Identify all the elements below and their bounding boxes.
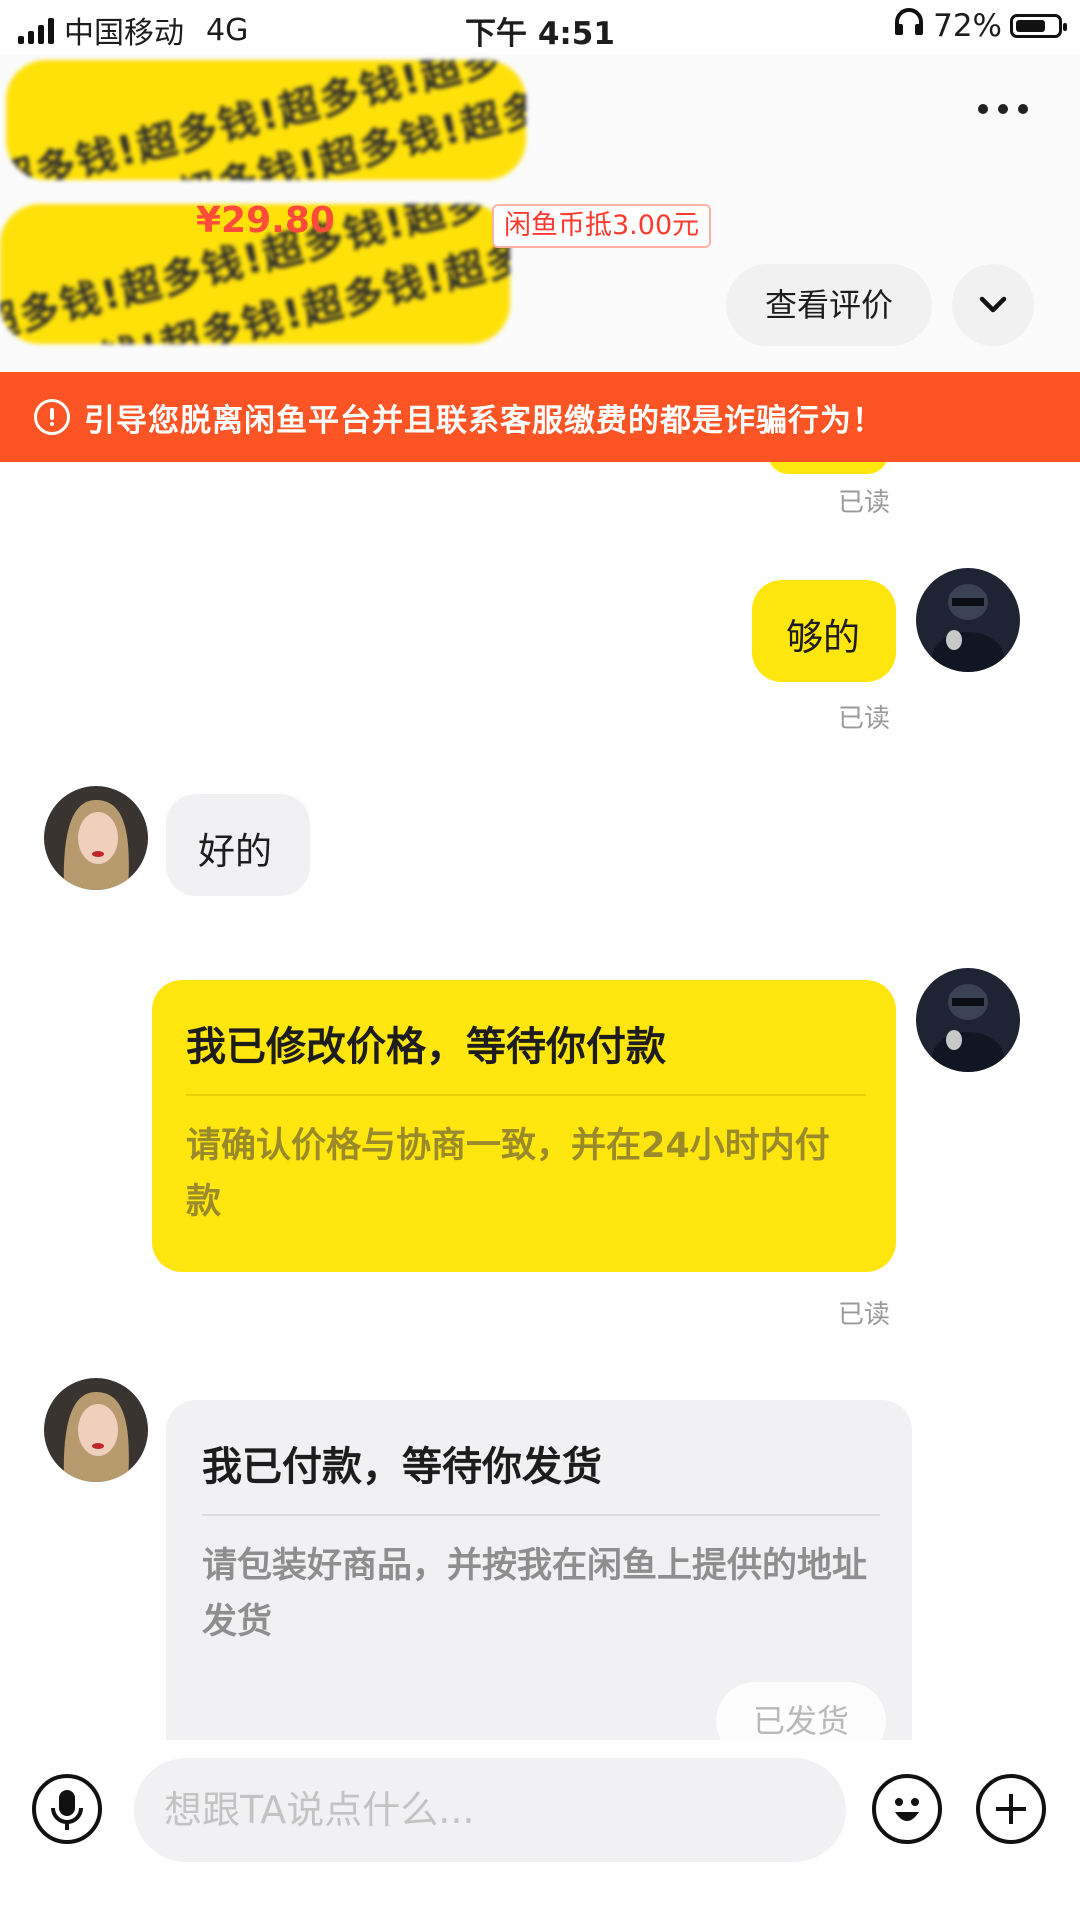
- message-bubble[interactable]: 好的: [166, 794, 310, 896]
- plus-icon[interactable]: [976, 1774, 1046, 1844]
- chat-list[interactable]: 已读 够的 已读 好的 我已修改价格，等待你付款 请确认价格与协商一致，并在24…: [0, 462, 1080, 1740]
- fraud-warning-banner: 引导您脱离闲鱼平台并且联系客服缴费的都是诈骗行为！: [0, 372, 1080, 462]
- product-price: ¥29.80: [196, 200, 335, 241]
- more-icon[interactable]: [978, 104, 1028, 114]
- message-input[interactable]: [134, 1758, 846, 1862]
- microphone-icon[interactable]: [32, 1774, 102, 1844]
- card-title: 我已付款，等待你发货: [202, 1444, 602, 1490]
- status-bar: 中国移动 4G 下午 4:51 72%: [0, 0, 1080, 54]
- price-changed-card[interactable]: 我已修改价格，等待你付款 请确认价格与协商一致，并在24小时内付款: [152, 980, 896, 1272]
- battery-icon: [1010, 14, 1067, 38]
- message-bubble[interactable]: 够的: [752, 580, 896, 682]
- view-reviews-button[interactable]: 查看评价: [726, 264, 932, 346]
- read-receipt: 已读: [838, 1300, 891, 1330]
- expand-button[interactable]: [952, 264, 1034, 346]
- card-divider: [186, 1094, 866, 1096]
- card-title: 我已修改价格，等待你付款: [186, 1024, 666, 1070]
- battery-percent: 72%: [933, 8, 1002, 44]
- warning-text: 引导您脱离闲鱼平台并且联系客服缴费的都是诈骗行为！: [84, 402, 884, 439]
- coin-discount-tag: 闲鱼币抵3.00元: [492, 204, 712, 248]
- my-avatar[interactable]: [916, 568, 1020, 672]
- input-bar: [0, 1740, 1080, 1920]
- headphone-icon: [893, 8, 925, 44]
- message-text: 好的: [198, 830, 272, 873]
- shipped-button[interactable]: 已发货: [716, 1682, 886, 1740]
- card-divider: [202, 1514, 880, 1516]
- read-receipt: 已读: [838, 704, 891, 734]
- read-receipt: 已读: [838, 488, 891, 518]
- card-description: 请确认价格与协商一致，并在24小时内付款: [186, 1126, 830, 1222]
- card-description: 请包装好商品，并按我在闲鱼上提供的地址发货: [202, 1546, 868, 1642]
- emoji-icon[interactable]: [872, 1774, 942, 1844]
- contact-avatar[interactable]: [44, 1378, 148, 1482]
- alert-circle-icon: [34, 399, 70, 435]
- status-right: 72%: [893, 8, 1067, 44]
- my-avatar[interactable]: [916, 968, 1020, 1072]
- payment-card[interactable]: 我已付款，等待你发货 请包装好商品，并按我在闲鱼上提供的地址发货 已发货: [166, 1400, 912, 1740]
- chevron-down-icon: [979, 296, 1007, 313]
- message-bubble-partial: [768, 462, 888, 474]
- product-header: 超多钱!超多钱!超多钱!超多钱! 超多钱!超多钱!超多钱!超多钱! 超多钱!超多…: [0, 54, 1080, 372]
- message-text: 够的: [786, 616, 860, 659]
- censor-overlay-top: 超多钱!超多钱!超多钱!超多钱! 超多钱!超多钱!超多钱!超多钱!: [6, 60, 526, 180]
- contact-avatar[interactable]: [44, 786, 148, 890]
